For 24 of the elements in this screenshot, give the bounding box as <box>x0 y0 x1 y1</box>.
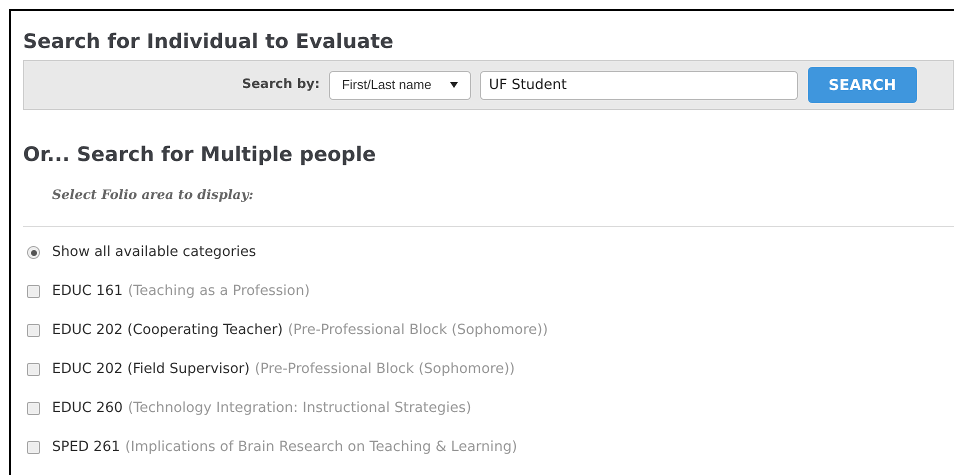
checkbox[interactable] <box>27 285 40 298</box>
option-label: SPED 261 <box>52 438 120 457</box>
checkbox[interactable] <box>27 402 40 415</box>
option-description: (Pre-Professional Block (Sophomore)) <box>288 321 548 340</box>
search-by-label: Search by: <box>242 76 320 94</box>
checkbox[interactable] <box>27 324 40 337</box>
section-title: Or... Search for Multiple people <box>23 141 377 168</box>
search-field[interactable]: UF Student <box>480 70 798 100</box>
section-title: Search for Individual to Evaluate <box>23 28 394 55</box>
option-label: Show all available categories <box>52 243 256 262</box>
option-description: (Pre-Professional Block (Sophomore)) <box>254 360 515 379</box>
checkbox[interactable] <box>27 441 40 454</box>
option-label: EDUC 260 <box>52 399 123 418</box>
radio-button[interactable] <box>27 246 40 259</box>
subtitle: Select Folio area to display: <box>52 187 254 205</box>
checkbox[interactable] <box>27 363 40 376</box>
option-label: EDUC 202 (Field Supervisor) <box>52 360 250 379</box>
option-label: EDUC 161 <box>52 282 123 301</box>
search-type-select[interactable]: First/Last name <box>328 70 471 100</box>
option-description: (Teaching as a Profession) <box>128 282 310 301</box>
option-description: (Implications of Brain Research on Teaching & Learning) <box>125 438 518 457</box>
option-description: (Technology Integration: Instructional Strategies) <box>128 399 472 418</box>
caret-icon <box>450 82 458 88</box>
option-label: EDUC 202 (Cooperating Teacher) <box>52 321 283 340</box>
